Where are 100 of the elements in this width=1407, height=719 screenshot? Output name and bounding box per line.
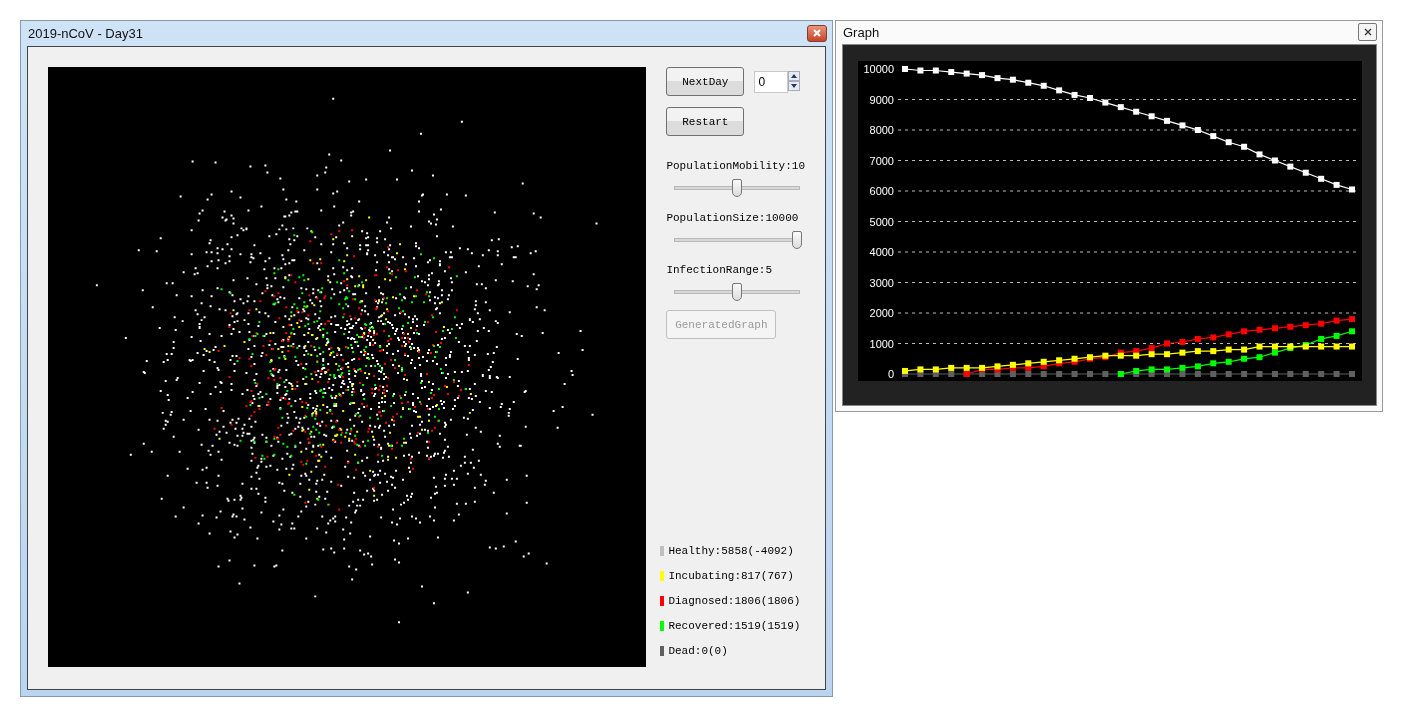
point	[1056, 371, 1063, 377]
day-number-field[interactable]: 0	[754, 70, 789, 93]
point	[1241, 371, 1248, 377]
slider-track[interactable]	[674, 282, 801, 302]
point	[1333, 332, 1340, 339]
point	[1179, 122, 1186, 129]
point	[1148, 366, 1155, 373]
slider-thumb[interactable]	[791, 231, 802, 249]
point	[1009, 371, 1016, 377]
point	[1256, 326, 1263, 333]
point	[1071, 371, 1078, 377]
point	[1225, 346, 1232, 353]
close-button[interactable]	[1358, 23, 1377, 41]
y-axis-label: 2000	[869, 307, 894, 319]
y-axis-label: 5000	[869, 215, 894, 228]
point	[1210, 371, 1217, 377]
point	[1025, 371, 1032, 377]
point	[932, 67, 939, 74]
point	[1071, 91, 1078, 98]
point	[1179, 364, 1186, 371]
point	[1086, 94, 1093, 101]
down-arrow-icon[interactable]	[788, 80, 801, 91]
y-axis-label: 9000	[869, 93, 894, 106]
y-axis-label: 1000	[869, 337, 894, 350]
slider-track[interactable]	[674, 178, 801, 198]
point	[1349, 316, 1355, 323]
window-title: 2019-nCoV - Day31	[28, 25, 143, 41]
point	[1164, 340, 1171, 347]
point	[1210, 334, 1217, 341]
point	[1056, 87, 1063, 94]
close-button[interactable]	[807, 24, 827, 42]
up-arrow-icon[interactable]	[788, 70, 801, 81]
point	[1148, 351, 1155, 358]
point	[1241, 143, 1248, 150]
y-axis-label: 3000	[869, 276, 894, 289]
slider-label: PopulationMobility:10	[666, 160, 805, 172]
point	[1241, 355, 1248, 362]
point	[1210, 360, 1217, 367]
y-axis-label: 0	[887, 368, 894, 380]
point	[1318, 343, 1325, 350]
point	[1133, 367, 1140, 374]
point	[1086, 371, 1093, 377]
point	[1210, 133, 1217, 140]
point	[1333, 317, 1340, 324]
slider-thumb[interactable]	[732, 283, 743, 301]
point	[1333, 343, 1340, 350]
close-icon	[1363, 28, 1372, 36]
point	[1225, 371, 1232, 377]
point	[1302, 322, 1309, 329]
legend-label: Diagnosed:1806(1806)	[668, 595, 801, 607]
point	[1164, 117, 1171, 124]
point	[1040, 371, 1047, 377]
point	[1133, 108, 1140, 115]
point	[1271, 325, 1278, 332]
point	[1318, 335, 1325, 342]
point	[948, 364, 955, 371]
point	[1318, 175, 1325, 182]
point	[1148, 113, 1155, 120]
point	[1040, 358, 1047, 365]
point	[1040, 82, 1047, 89]
slider-thumb[interactable]	[732, 179, 743, 197]
point	[963, 364, 970, 371]
point	[1194, 348, 1201, 355]
point	[1210, 348, 1217, 355]
legend-label: Dead:0(0)	[668, 645, 728, 657]
point	[1148, 345, 1155, 352]
window-title: Graph	[843, 24, 880, 40]
point	[1194, 127, 1201, 133]
point	[1164, 366, 1171, 373]
close-icon	[813, 29, 821, 37]
point	[1025, 79, 1032, 86]
point	[1194, 335, 1201, 342]
point	[1349, 343, 1355, 350]
point	[1117, 104, 1124, 111]
point	[1318, 320, 1325, 327]
point	[1287, 163, 1294, 170]
y-axis-label: 6000	[869, 185, 894, 197]
point	[1102, 371, 1109, 377]
slider-track[interactable]	[674, 230, 801, 250]
y-axis-label: 7000	[869, 154, 894, 167]
point	[1333, 371, 1340, 377]
next-day-button[interactable]: NextDay	[666, 67, 745, 96]
point	[1333, 181, 1340, 188]
point	[932, 366, 939, 373]
point	[1271, 343, 1278, 350]
y-axis-label: 8000	[869, 124, 894, 136]
point	[1287, 323, 1294, 330]
y-axis-label: 4000	[869, 246, 894, 258]
point	[1102, 99, 1109, 106]
restart-button[interactable]: Restart	[666, 107, 745, 136]
point	[902, 66, 908, 72]
point	[994, 75, 1001, 82]
point	[1256, 354, 1263, 361]
point	[1225, 331, 1232, 338]
legend-label: Recovered:1519(1519)	[668, 620, 801, 632]
point	[1318, 371, 1325, 377]
point	[1009, 76, 1016, 83]
slider-label: InfectionRange:5	[666, 264, 773, 276]
point	[1256, 151, 1263, 158]
point	[963, 70, 970, 77]
